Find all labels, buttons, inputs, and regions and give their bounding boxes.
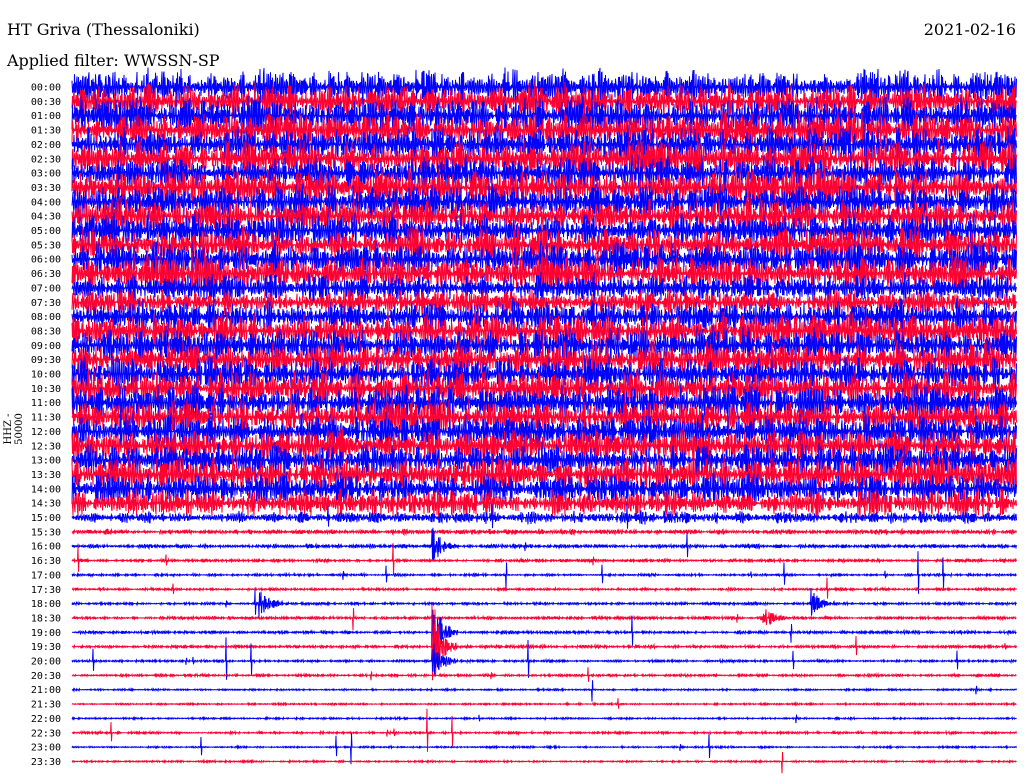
- row-time-label: 19:30: [31, 642, 61, 653]
- trace-line-22:30: [71, 708, 1017, 752]
- row-time-label: 23:30: [31, 757, 61, 768]
- row-time-label: 16:00: [31, 542, 61, 553]
- trace-line-19:30: [71, 604, 1017, 681]
- row-time-label: 16:30: [31, 556, 61, 567]
- row-time-label: 13:00: [31, 456, 61, 467]
- trace-line-23:00: [71, 733, 1017, 765]
- trace-line-20:30: [71, 667, 1017, 682]
- trace-line-17:30: [71, 577, 1017, 599]
- row-time-label: 10:30: [31, 384, 61, 395]
- row-time-label: 00:30: [31, 97, 61, 108]
- row-time-label: 09:00: [31, 341, 61, 352]
- row-time-label: 21:30: [31, 700, 61, 711]
- row-time-label: 08:00: [31, 312, 61, 323]
- row-time-label: 08:30: [31, 326, 61, 337]
- row-time-label: 14:00: [31, 484, 61, 495]
- row-time-label: 11:00: [31, 398, 61, 409]
- row-time-label: 22:30: [31, 728, 61, 739]
- row-time-label: 01:00: [31, 111, 61, 122]
- row-time-label: 15:30: [31, 527, 61, 538]
- row-time-label: 09:30: [31, 355, 61, 366]
- row-time-label: 07:30: [31, 298, 61, 309]
- row-time-label: 15:00: [31, 513, 61, 524]
- row-time-label: 20:00: [31, 657, 61, 668]
- row-time-label: 14:30: [31, 499, 61, 510]
- trace-line-18:00: [71, 588, 1017, 618]
- trace-line-23:30: [71, 751, 1017, 774]
- row-time-label: 03:00: [31, 169, 61, 180]
- trace-line-22:00: [71, 714, 1017, 724]
- row-time-label: 04:00: [31, 197, 61, 208]
- row-time-label: 20:30: [31, 671, 61, 682]
- trace-line-15:30: [71, 527, 1017, 537]
- row-time-label: 13:30: [31, 470, 61, 481]
- trace-line-18:30: [71, 608, 1017, 631]
- row-time-label: 00:00: [31, 83, 61, 94]
- row-time-label: 05:00: [31, 226, 61, 237]
- trace-line-21:00: [71, 680, 1017, 702]
- row-time-label: 23:00: [31, 743, 61, 754]
- row-time-label: 06:00: [31, 255, 61, 266]
- row-time-label: 02:30: [31, 154, 61, 165]
- row-time-label: 03:30: [31, 183, 61, 194]
- row-time-label: 19:00: [31, 628, 61, 639]
- row-time-label: 10:00: [31, 370, 61, 381]
- row-time-label: 04:30: [31, 212, 61, 223]
- row-time-label: 12:30: [31, 441, 61, 452]
- helicorder-plot: 00:00 00:30 01:00 01:30 02:00 02:30 03:00 03:30…: [31, 67, 1017, 774]
- row-time-label: 17:00: [31, 570, 61, 581]
- row-time-label: 21:00: [31, 685, 61, 696]
- row-time-label: 11:30: [31, 413, 61, 424]
- row-time-label: 18:30: [31, 613, 61, 624]
- row-time-label: 22:00: [31, 714, 61, 725]
- trace-line-21:30: [71, 698, 1017, 709]
- trace-line-17:00: [71, 551, 1017, 594]
- row-time-label: 18:00: [31, 599, 61, 610]
- row-time-label: 12:00: [31, 427, 61, 438]
- row-time-label: 07:00: [31, 283, 61, 294]
- row-time-label: 17:30: [31, 585, 61, 596]
- row-time-label: 01:30: [31, 126, 61, 137]
- row-time-label: 06:30: [31, 269, 61, 280]
- row-time-label: 05:30: [31, 240, 61, 251]
- row-time-label: 02:00: [31, 140, 61, 151]
